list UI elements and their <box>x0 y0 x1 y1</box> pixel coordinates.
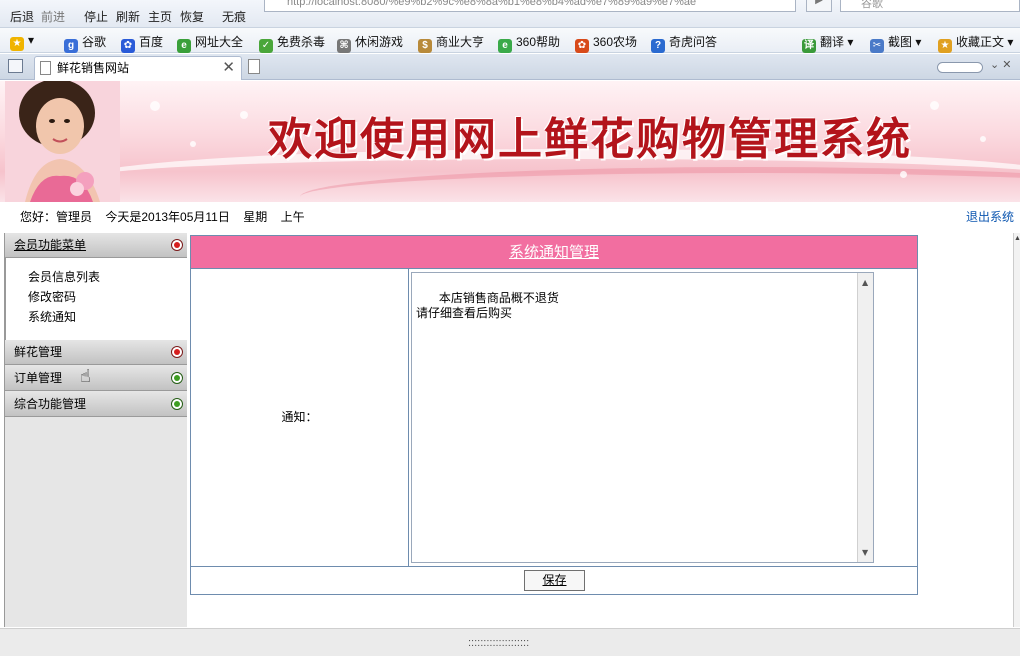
tab-search-pill[interactable] <box>937 62 983 73</box>
go-icon[interactable]: ▶ <box>806 0 832 12</box>
greeting-bar: 您好：管理员 今天是2013年05月11日 星期 上午 退出系统 <box>0 203 1020 230</box>
help-icon: e <box>498 39 512 53</box>
status-bar: :::::::::::::::::::: <box>0 628 1020 656</box>
logout-link[interactable]: 退出系统 <box>966 208 1014 225</box>
menu-head-general[interactable]: 综合功能管理 <box>5 392 187 417</box>
fav-item[interactable]: ? 奇虎问答 <box>651 33 717 53</box>
notice-panel: 系统通知管理 通知： 本店销售商品概不退货 请仔细查看后购买 ▲ ▼ 保存 <box>190 235 918 595</box>
member-submenu: 会员信息列表 修改密码 系统通知 <box>5 258 187 340</box>
close-icon[interactable]: ✕ <box>222 57 235 79</box>
page-scrollbar[interactable]: ▲ <box>1013 233 1020 627</box>
panel-title: 系统通知管理 <box>191 236 917 269</box>
notice-textarea[interactable]: 本店销售商品概不退货 请仔细查看后购买 ▲ ▼ <box>411 272 874 563</box>
notice-label: 通知： <box>191 269 409 567</box>
date-text: 今天是2013年05月11日 <box>105 210 230 224</box>
menu-head-label: 综合功能管理 <box>14 397 87 411</box>
menu-head-label: 鲜花管理 <box>14 345 63 359</box>
menu-head-member[interactable]: 会员功能菜单 <box>5 233 187 258</box>
menu-item-change-password[interactable]: 修改密码 <box>28 287 187 307</box>
favorites-bar: ★ ▾ g 谷歌 ✿ 百度 e 网址大全 ✓ 免费杀毒 ⌘ 休闲游戏 $ 商业大亨 e 360帮… <box>0 28 1020 53</box>
resize-grip[interactable]: :::::::::::::::::::: <box>468 637 529 649</box>
hand-cursor-icon: ☝ <box>80 366 91 386</box>
incognito-button[interactable]: 无痕 <box>222 8 246 25</box>
star-icon[interactable]: ★ ▾ <box>10 33 34 51</box>
translate-button[interactable]: 译翻译 ▾ <box>802 33 853 53</box>
fav-item[interactable]: e 360帮助 <box>498 33 560 53</box>
weekday-text: 星期 <box>243 210 268 224</box>
menu-head-label: 订单管理 <box>14 371 63 385</box>
fav-item[interactable]: $ 商业大亨 <box>418 33 484 53</box>
menu-head-orders[interactable]: 订单管理 <box>5 366 187 391</box>
new-tab-icon[interactable] <box>248 59 260 74</box>
fav-item[interactable]: g 谷歌 <box>64 33 106 53</box>
collect-button[interactable]: ★ 收藏正文 ▾ <box>938 33 1013 53</box>
back-button[interactable]: 后退 <box>10 8 34 25</box>
portrait-image <box>5 81 120 202</box>
tab-bar: 鲜花销售网站 ✕ ⌄ ✕ <box>0 54 1020 80</box>
menu-item-member-list[interactable]: 会员信息列表 <box>28 267 187 287</box>
collapse-toggle-icon[interactable] <box>171 346 183 358</box>
save-button[interactable]: 保存 <box>524 570 585 591</box>
banner-title: 欢迎使用网上鲜花购物管理系统 <box>268 114 912 165</box>
shield-icon: ✓ <box>259 39 273 53</box>
scroll-down-icon[interactable]: ▼ <box>862 545 868 560</box>
greeting-text: 您好：管理员 今天是2013年05月11日 星期 上午 <box>20 208 315 225</box>
collect-icon: ★ <box>938 39 952 53</box>
notice-text: 本店销售商品概不退货 请仔细查看后购买 <box>416 291 559 320</box>
gamepad-icon: ⌘ <box>337 39 351 53</box>
screenshot-button[interactable]: ✂ 截图 ▾ <box>870 33 921 53</box>
fav-item[interactable]: e 网址大全 <box>177 33 243 53</box>
restore-button[interactable]: 恢复 <box>180 8 204 25</box>
browser-tab[interactable]: 鲜花销售网站 ✕ <box>34 56 242 80</box>
sidebar-toggle-icon[interactable] <box>8 59 23 73</box>
expand-toggle-icon[interactable] <box>171 398 183 410</box>
chevron-down-icon[interactable]: ⌄ ✕ <box>990 58 1012 71</box>
fav-item[interactable]: ✿ 百度 <box>121 33 163 53</box>
fav-item[interactable]: ⌘ 休闲游戏 <box>337 33 403 53</box>
stop-button[interactable]: 停止 <box>84 8 108 25</box>
page-icon <box>40 61 51 75</box>
tab-title: 鲜花销售网站 <box>57 61 130 75</box>
collapse-toggle-icon[interactable] <box>171 239 183 251</box>
scroll-up-icon[interactable]: ▲ <box>862 275 868 290</box>
user-greeting: 您好：管理员 <box>20 210 93 224</box>
notice-row: 通知： 本店销售商品概不退货 请仔细查看后购买 ▲ ▼ <box>191 269 917 567</box>
menu-head-label: 会员功能菜单 <box>14 238 87 252</box>
search-input[interactable]: 谷歌 <box>840 0 1020 12</box>
period-text: 上午 <box>280 210 305 224</box>
refresh-button[interactable]: 刷新 <box>116 8 140 25</box>
translate-icon: 译 <box>802 39 816 53</box>
fav-item[interactable]: ✓ 免费杀毒 <box>259 33 325 53</box>
forward-button[interactable]: 前进 <box>41 8 65 25</box>
scroll-up-icon[interactable]: ▲ <box>1014 235 1020 242</box>
qa-icon: ? <box>651 39 665 53</box>
site-banner: 欢迎使用网上鲜花购物管理系统 <box>0 81 1020 202</box>
home-button[interactable]: 主页 <box>148 8 172 25</box>
baidu-icon: ✿ <box>121 39 135 53</box>
google-icon: g <box>64 39 78 53</box>
menu-item-system-notice[interactable]: 系统通知 <box>28 307 187 327</box>
textarea-scrollbar[interactable]: ▲ ▼ <box>857 273 873 562</box>
address-bar[interactable]: http://localhost:8080/%e9%b2%9c%e8%8a%b1… <box>264 0 796 12</box>
business-icon: $ <box>418 39 432 53</box>
menu-head-flowers[interactable]: 鲜花管理 <box>5 340 187 365</box>
site-icon: e <box>177 39 191 53</box>
farm-icon: ✿ <box>575 39 589 53</box>
fav-item[interactable]: ✿ 360农场 <box>575 33 637 53</box>
expand-toggle-icon[interactable] <box>171 372 183 384</box>
left-menu: 会员功能菜单 会员信息列表 修改密码 系统通知 鲜花管理 订单管理 综合功能管理 <box>4 233 187 627</box>
screenshot-icon: ✂ <box>870 39 884 53</box>
browser-toolbar: 后退 前进 停止 刷新 主页 恢复 无痕 http://localhost:80… <box>0 0 1020 28</box>
